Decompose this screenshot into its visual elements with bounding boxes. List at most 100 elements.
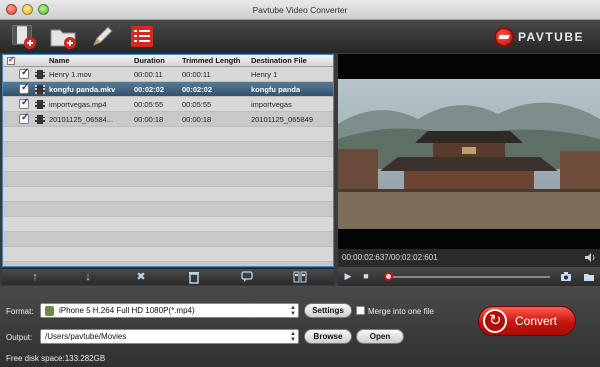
edit-button[interactable] xyxy=(88,23,116,50)
select-arrows-icon: ▲ ▼ xyxy=(290,331,296,343)
empty-row xyxy=(3,187,333,202)
row-checkbox[interactable] xyxy=(19,82,29,94)
subtitle-icon[interactable] xyxy=(239,270,255,285)
video-preview xyxy=(338,54,600,249)
empty-row xyxy=(3,202,333,217)
remove-icon[interactable]: ✖ xyxy=(133,270,149,285)
merge-checkbox[interactable] xyxy=(356,306,365,315)
window-title: Pavtube Video Converter xyxy=(252,5,348,15)
convert-icon xyxy=(483,307,507,335)
file-trimmed-length: 00:00:18 xyxy=(182,115,212,124)
file-list: Name Duration Trimmed Length Destination… xyxy=(2,54,334,267)
window-controls xyxy=(6,4,49,15)
file-name: Henry 1.mov xyxy=(49,70,92,79)
file-trimmed-length: 00:02:02 xyxy=(182,85,213,94)
video-file-icon xyxy=(35,100,45,109)
format-select[interactable]: iPhone 5 H.264 Full HD 1080P(*.mp4) ▲ ▼ xyxy=(40,303,299,318)
column-destination-file[interactable]: Destination File xyxy=(251,55,307,67)
empty-row xyxy=(3,217,333,232)
file-destination: Henry 1 xyxy=(251,70,278,79)
video-file-icon xyxy=(35,85,45,94)
empty-row xyxy=(3,142,333,157)
file-duration: 00:00:11 xyxy=(134,70,163,79)
file-trimmed-length: 00:00:11 xyxy=(182,70,211,79)
file-destination: kongfu panda xyxy=(251,85,301,94)
player-controls: ▶ ■ xyxy=(338,267,600,286)
add-video-button[interactable] xyxy=(10,23,38,50)
file-trimmed-length: 00:05:55 xyxy=(182,100,212,109)
table-row[interactable]: importvegas.mp4 00:05:55 00:05:55 import… xyxy=(3,97,333,112)
title-bar: Pavtube Video Converter xyxy=(0,0,600,20)
timecode-display: 00:00:02:637/00:02:02:601 xyxy=(338,249,600,267)
add-folder-icon xyxy=(50,29,76,49)
empty-row xyxy=(3,232,333,247)
output-label: Output: xyxy=(6,333,33,342)
iphone-format-icon xyxy=(45,306,54,316)
video-file-icon xyxy=(35,115,45,124)
free-disk-space: Free disk space:133.282GB xyxy=(6,354,106,363)
output-path-value: /Users/pavtube/Movies xyxy=(45,332,127,341)
task-list-icon xyxy=(131,26,153,47)
format-value: iPhone 5 H.264 Full HD 1080P(*.mp4) xyxy=(59,306,195,315)
format-label: Format: xyxy=(6,307,34,316)
move-up-icon[interactable]: ↑ xyxy=(27,270,43,285)
file-duration: 00:02:02 xyxy=(134,85,165,94)
select-arrows-icon: ▲ ▼ xyxy=(290,305,296,317)
file-duration: 00:00:18 xyxy=(134,115,164,124)
empty-row xyxy=(3,262,333,266)
empty-row xyxy=(3,127,333,142)
output-path-field[interactable]: /Users/pavtube/Movies ▲ ▼ xyxy=(40,329,299,344)
file-destination: 20101125_065849 xyxy=(251,115,314,124)
file-list-header: Name Duration Trimmed Length Destination… xyxy=(3,55,333,67)
browse-button[interactable]: Browse xyxy=(304,329,352,344)
file-duration: 00:05:55 xyxy=(134,100,164,109)
move-down-icon[interactable]: ↓ xyxy=(80,270,96,285)
table-row-selected[interactable]: kongfu panda.mkv 00:02:02 00:02:02 kongf… xyxy=(3,82,333,97)
output-settings-panel: Format: iPhone 5 H.264 Full HD 1080P(*.m… xyxy=(0,286,600,367)
preview-frame-image xyxy=(338,79,600,229)
select-all-checkbox[interactable] xyxy=(7,55,15,65)
column-name[interactable]: Name xyxy=(49,55,69,67)
add-folder-button[interactable] xyxy=(49,23,77,50)
seek-handle[interactable] xyxy=(384,272,394,281)
play-icon[interactable]: ▶ xyxy=(342,270,354,282)
column-duration[interactable]: Duration xyxy=(134,55,165,67)
table-row[interactable]: 20101125_06584... 00:00:18 00:00:18 2010… xyxy=(3,112,333,127)
convert-button[interactable]: Convert xyxy=(478,306,576,336)
close-window-button[interactable] xyxy=(6,4,17,15)
convert-label: Convert xyxy=(514,314,558,328)
task-list-button[interactable] xyxy=(128,23,156,50)
toolbar: PAVTUBE xyxy=(0,20,600,53)
file-tools-bar: ↑ ↓ ✖ xyxy=(2,268,334,285)
row-checkbox[interactable] xyxy=(19,67,29,79)
empty-row xyxy=(3,247,333,262)
open-folder-icon[interactable] xyxy=(583,270,595,282)
video-file-icon xyxy=(35,70,45,79)
file-name: kongfu panda.mkv xyxy=(49,85,116,94)
row-checkbox[interactable] xyxy=(19,97,29,109)
stop-icon[interactable]: ■ xyxy=(360,270,372,282)
table-row[interactable]: Henry 1.mov 00:00:11 00:00:11 Henry 1 xyxy=(3,67,333,82)
zoom-window-button[interactable] xyxy=(38,4,49,15)
snapshot-icon[interactable] xyxy=(560,270,572,282)
pavtube-logo-icon xyxy=(493,27,514,47)
add-video-icon xyxy=(12,25,36,49)
settings-button[interactable]: Settings xyxy=(304,303,352,318)
seek-track[interactable] xyxy=(385,276,550,278)
empty-row xyxy=(3,157,333,172)
open-button[interactable]: Open xyxy=(356,329,404,344)
file-name: importvegas.mp4 xyxy=(49,100,107,109)
edit-pencil-icon xyxy=(93,26,113,46)
row-checkbox[interactable] xyxy=(19,112,29,124)
minimize-window-button[interactable] xyxy=(22,4,33,15)
file-name: 20101125_06584... xyxy=(49,115,114,124)
column-trimmed-length[interactable]: Trimmed Length xyxy=(182,55,240,67)
brand-name: PAVTUBE xyxy=(517,30,584,44)
merge-label: Merge into one file xyxy=(368,307,434,316)
brand: PAVTUBE xyxy=(493,27,584,47)
file-destination: importvegas xyxy=(251,100,292,109)
trash-icon[interactable] xyxy=(186,270,202,285)
empty-row xyxy=(3,172,333,187)
merge-icon[interactable] xyxy=(292,270,308,285)
volume-icon[interactable] xyxy=(584,252,596,264)
